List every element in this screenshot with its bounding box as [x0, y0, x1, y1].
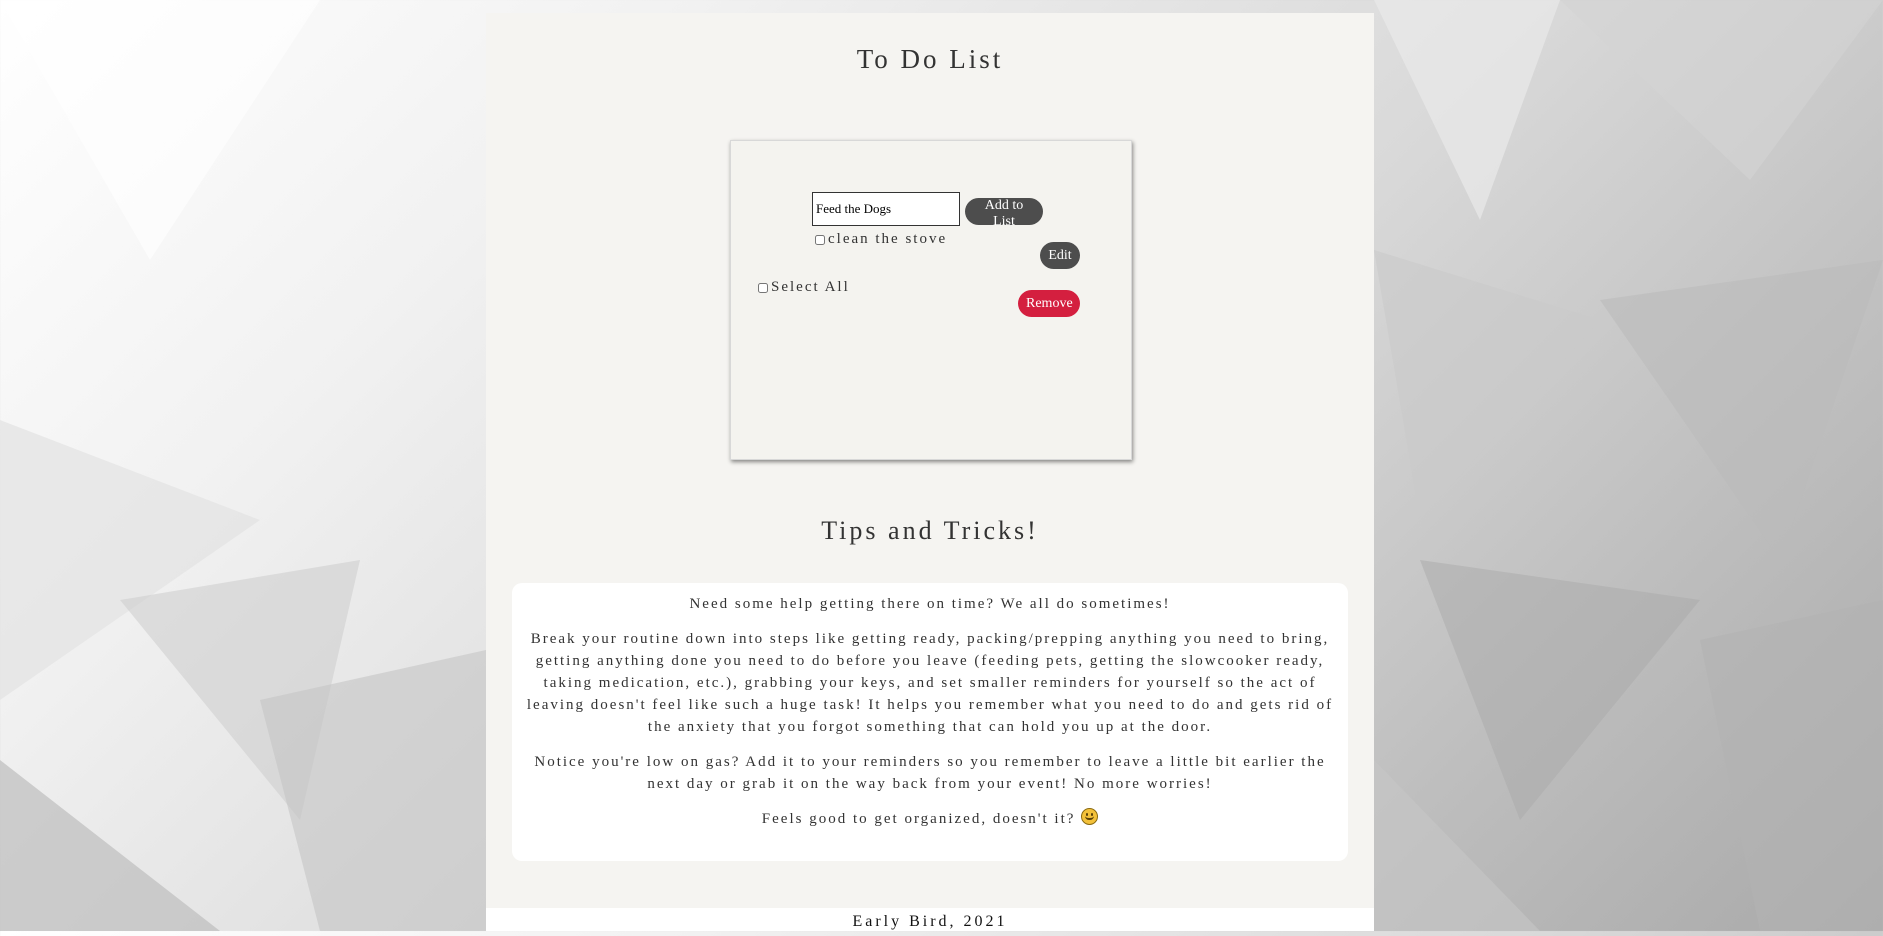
remove-button[interactable]: Remove — [1018, 290, 1080, 317]
tip-paragraph: Break your routine down into steps like … — [526, 631, 1334, 735]
list-item[interactable]: clean the stove — [815, 231, 947, 248]
edit-button[interactable]: Edit — [1040, 242, 1080, 269]
tips-title: Tips and Tricks! — [821, 516, 1039, 545]
tip-paragraph: Notice you're low on gas? Add it to your… — [534, 754, 1326, 792]
select-all-checkbox[interactable] — [758, 282, 768, 293]
smile-emoji-icon — [1081, 808, 1099, 825]
main-panel: To Do List Add to List clean the stove E… — [486, 13, 1374, 931]
tip-closing-text: Feels good to get organized, doesn't it? — [761, 811, 1076, 827]
footer: Early Bird, 2021 — [486, 908, 1374, 931]
page-title: To Do List — [856, 44, 1004, 74]
task-input[interactable] — [812, 192, 960, 226]
item-checkbox[interactable] — [815, 234, 825, 245]
todo-card: Add to List clean the stove Edit Select … — [730, 140, 1132, 460]
select-all-label: Select All — [771, 279, 850, 295]
tip-paragraph: Need some help getting there on time? We… — [689, 596, 1171, 612]
select-all[interactable]: Select All — [758, 279, 850, 296]
tips-box: Need some help getting there on time? We… — [512, 583, 1348, 861]
item-label: clean the stove — [828, 231, 948, 247]
add-to-list-button[interactable]: Add to List — [965, 198, 1043, 229]
tip-closing: Feels good to get organized, doesn't it? — [526, 808, 1334, 830]
